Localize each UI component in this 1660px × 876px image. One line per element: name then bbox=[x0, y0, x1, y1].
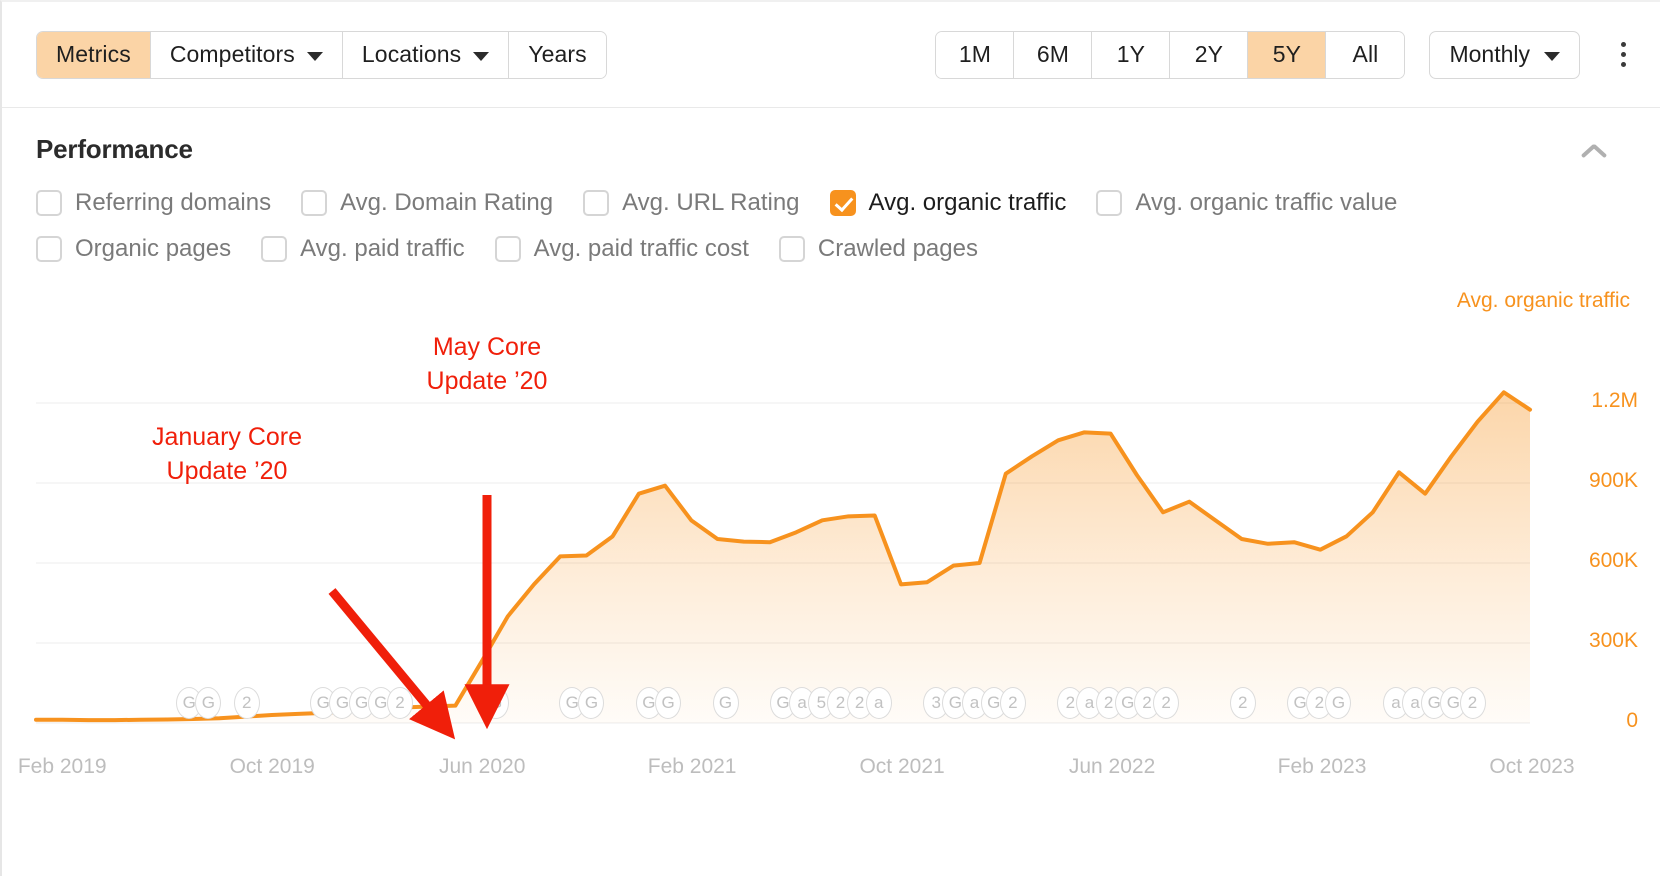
tab-competitors-label: Competitors bbox=[169, 41, 295, 67]
checkbox-avg-organic-traffic-value[interactable]: Avg. organic traffic value bbox=[1096, 189, 1397, 217]
checkbox-box bbox=[36, 236, 62, 262]
annotation-january-core-update: January Core Update ’20 bbox=[151, 423, 303, 485]
checkbox-label: Referring domains bbox=[75, 189, 272, 216]
top-toolbar: Metrics Competitors Locations Years 1M 6… bbox=[2, 2, 1660, 108]
x-axis-tick-label: Feb 2019 bbox=[17, 755, 107, 778]
checkbox-referring-domains[interactable]: Referring domains bbox=[36, 189, 271, 217]
checkbox-label: Avg. organic traffic value bbox=[1135, 189, 1398, 216]
checkbox-organic-pages[interactable]: Organic pages bbox=[36, 235, 231, 263]
x-axis-tick-label: Feb 2021 bbox=[647, 755, 737, 778]
chart-series-label: Avg. organic traffic bbox=[1456, 289, 1630, 312]
y-axis-tick-label: 1.2M bbox=[1591, 389, 1638, 412]
tab-locations-label: Locations bbox=[361, 41, 462, 67]
checkbox-avg-paid-traffic[interactable]: Avg. paid traffic bbox=[261, 235, 465, 263]
range-1y[interactable]: 1Y bbox=[1092, 31, 1171, 78]
range-1y-label: 1Y bbox=[1116, 41, 1146, 67]
checkbox-label: Avg. paid traffic bbox=[300, 235, 465, 262]
event-badge[interactable]: 2 bbox=[999, 687, 1026, 719]
metric-row-2: Organic pages Avg. paid traffic Avg. pai… bbox=[36, 235, 1626, 263]
event-badge[interactable]: 2 bbox=[233, 687, 260, 719]
event-badge[interactable]: G bbox=[712, 687, 739, 719]
kebab-dot bbox=[1620, 52, 1626, 57]
event-badge[interactable]: 2 bbox=[1459, 687, 1486, 719]
event-badge[interactable]: a bbox=[865, 687, 892, 719]
checkbox-label: Avg. Domain Rating bbox=[340, 189, 554, 216]
x-axis-tick-label: Oct 2023 bbox=[1489, 755, 1575, 778]
x-axis-tick-label: Feb 2023 bbox=[1277, 755, 1367, 778]
checkbox-box bbox=[583, 190, 610, 216]
range-all[interactable]: All bbox=[1326, 31, 1405, 78]
chart-svg bbox=[36, 323, 1530, 723]
event-badge[interactable]: 2 bbox=[1229, 687, 1256, 719]
annotation-may-core-update: May Core Update ’20 bbox=[426, 333, 548, 395]
event-badge[interactable]: G bbox=[655, 687, 682, 719]
x-axis-tick-label: Jun 2022 bbox=[1068, 755, 1156, 778]
event-badge[interactable]: G bbox=[1325, 687, 1352, 719]
range-2y[interactable]: 2Y bbox=[1170, 31, 1249, 78]
range-6m[interactable]: 6M bbox=[1014, 31, 1093, 78]
x-axis-tick-label: Oct 2021 bbox=[859, 755, 945, 778]
metric-checkbox-group: Referring domains Avg. Domain Rating Avg… bbox=[2, 165, 1660, 263]
range-2y-label: 2Y bbox=[1194, 41, 1224, 67]
chart-event-badges: GG2GGGG2GGGGGGGa522a3GaG22a2G222G2GaaGG2 bbox=[36, 687, 1530, 721]
range-6m-label: 6M bbox=[1036, 41, 1070, 67]
chevron-down-icon bbox=[306, 51, 323, 61]
event-badge[interactable]: 2 bbox=[386, 687, 413, 719]
date-range-group: 1M 6M 1Y 2Y 5Y All bbox=[935, 30, 1406, 79]
view-tab-group: Metrics Competitors Locations Years bbox=[36, 30, 607, 79]
range-5y[interactable]: 5Y bbox=[1248, 31, 1327, 78]
y-axis-tick-label: 300K bbox=[1588, 629, 1638, 652]
checkbox-box bbox=[778, 236, 805, 262]
range-5y-label: 5Y bbox=[1272, 41, 1302, 67]
chart-plot-area bbox=[36, 323, 1530, 723]
checkbox-box-checked bbox=[829, 190, 856, 216]
checkbox-avg-organic-traffic[interactable]: Avg. organic traffic bbox=[829, 189, 1067, 217]
tab-years-label: Years bbox=[528, 41, 587, 67]
checkbox-label: Avg. paid traffic cost bbox=[533, 235, 749, 262]
event-badge[interactable]: G bbox=[482, 687, 509, 719]
ahrefs-performance-panel: Metrics Competitors Locations Years 1M 6… bbox=[0, 0, 1660, 876]
event-badge[interactable]: 2 bbox=[1153, 687, 1180, 719]
tab-locations[interactable]: Locations bbox=[342, 31, 510, 78]
checkbox-avg-paid-traffic-cost[interactable]: Avg. paid traffic cost bbox=[494, 235, 749, 263]
granularity-dropdown[interactable]: Monthly bbox=[1429, 30, 1580, 79]
chevron-down-icon bbox=[473, 51, 490, 61]
kebab-dot bbox=[1620, 42, 1626, 47]
checkbox-label: Organic pages bbox=[75, 235, 232, 262]
checkbox-avg-domain-rating[interactable]: Avg. Domain Rating bbox=[301, 189, 553, 217]
range-1m[interactable]: 1M bbox=[936, 31, 1015, 78]
y-axis-tick-label: 600K bbox=[1588, 549, 1638, 572]
granularity-value: Monthly bbox=[1449, 41, 1530, 67]
event-badge[interactable]: G bbox=[578, 687, 605, 719]
tab-metrics[interactable]: Metrics bbox=[37, 31, 151, 78]
metric-row-1: Referring domains Avg. Domain Rating Avg… bbox=[36, 189, 1626, 217]
chevron-up-icon[interactable] bbox=[1578, 141, 1608, 159]
x-axis-tick-label: Oct 2019 bbox=[229, 755, 315, 778]
tab-years[interactable]: Years bbox=[509, 31, 606, 78]
range-all-label: All bbox=[1352, 41, 1379, 67]
page-title: Performance bbox=[36, 134, 193, 164]
checkbox-avg-url-rating[interactable]: Avg. URL Rating bbox=[583, 189, 800, 217]
checkbox-label: Crawled pages bbox=[817, 235, 978, 262]
checkbox-label: Avg. organic traffic bbox=[868, 189, 1067, 216]
checkbox-box bbox=[301, 190, 328, 216]
chevron-down-icon bbox=[1544, 51, 1560, 61]
performance-chart: Avg. organic traffic 0 300K 600K 900K 1.2M F… bbox=[2, 281, 1660, 781]
checkbox-label: Avg. URL Rating bbox=[622, 189, 800, 216]
checkbox-crawled-pages[interactable]: Crawled pages bbox=[778, 235, 978, 263]
y-axis-tick-label: 900K bbox=[1588, 469, 1638, 492]
checkbox-box bbox=[1096, 190, 1123, 216]
kebab-menu-icon[interactable] bbox=[1606, 35, 1640, 75]
tab-competitors[interactable]: Competitors bbox=[150, 31, 343, 78]
range-1m-label: 1M bbox=[958, 41, 992, 67]
checkbox-box bbox=[261, 236, 288, 262]
performance-header: Performance bbox=[2, 108, 1660, 165]
checkbox-box bbox=[494, 236, 521, 262]
x-axis-tick-label: Jun 2020 bbox=[438, 755, 526, 778]
kebab-dot bbox=[1620, 62, 1626, 67]
y-axis-tick-label: 0 bbox=[1626, 709, 1638, 732]
tab-metrics-label: Metrics bbox=[56, 41, 131, 67]
event-badge[interactable]: G bbox=[195, 687, 222, 719]
checkbox-box bbox=[36, 190, 62, 216]
